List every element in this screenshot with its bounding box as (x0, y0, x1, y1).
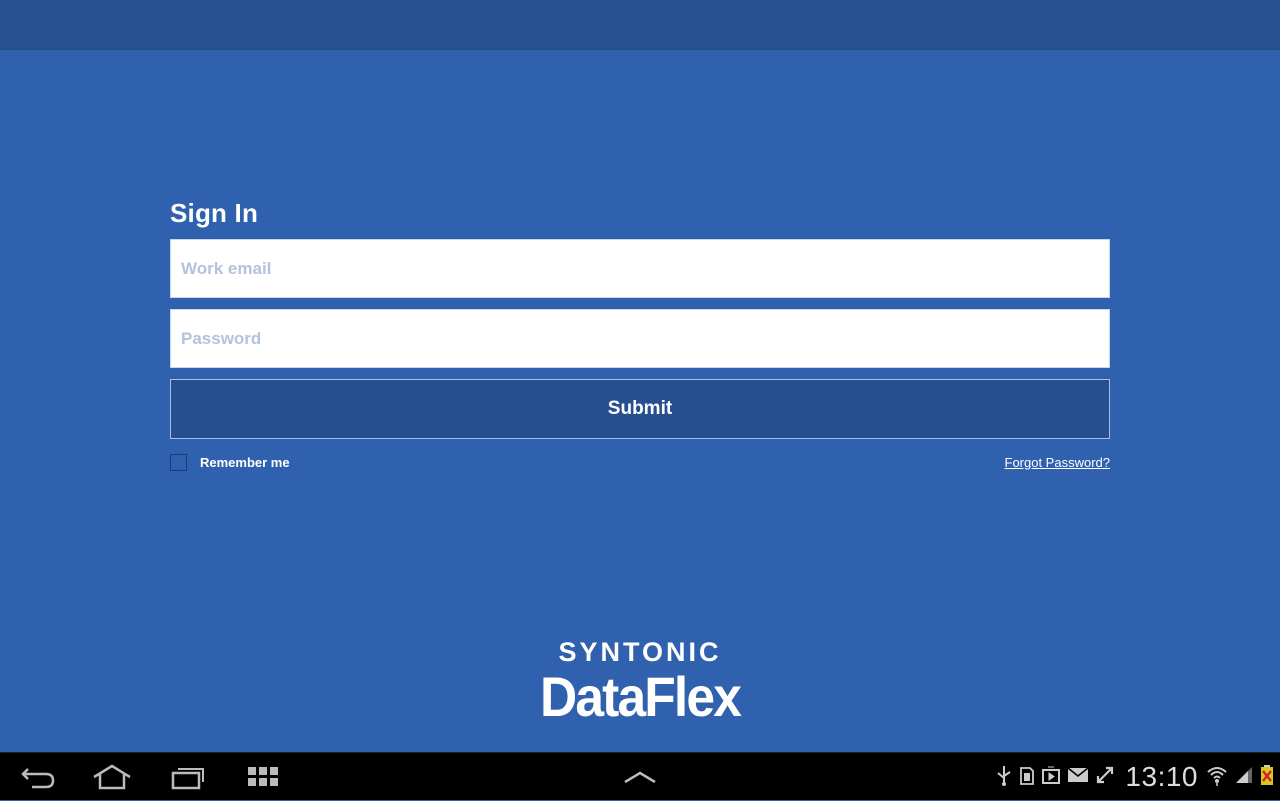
forgot-password-link[interactable]: Forgot Password? (1005, 454, 1111, 471)
remember-me-row: Remember me (170, 454, 290, 471)
sd-card-icon (1019, 764, 1041, 791)
back-icon[interactable] (18, 763, 58, 791)
wifi-icon (1206, 764, 1234, 791)
signin-title: Sign In (170, 198, 259, 228)
battery-icon (1260, 764, 1280, 791)
signin-form: Sign In Submit Remember me Forgot Passwo… (170, 196, 1110, 471)
logo-line1: SYNTONIC (558, 637, 722, 667)
recent-apps-icon[interactable] (168, 763, 208, 791)
app-screen: Sign In Submit Remember me Forgot Passwo… (0, 0, 1280, 752)
status-area: 13:10 (995, 753, 1280, 801)
submit-button[interactable]: Submit (170, 379, 1110, 439)
chevron-up-icon[interactable] (620, 763, 660, 791)
media-icon (1041, 764, 1067, 791)
usb-icon (995, 764, 1019, 791)
sync-icon (1095, 765, 1121, 790)
mail-icon (1067, 766, 1095, 789)
home-icon[interactable] (92, 763, 132, 791)
remember-me-label[interactable]: Remember me (200, 455, 290, 470)
email-field[interactable] (170, 239, 1110, 298)
logo-line2: DataFlex (539, 665, 742, 728)
action-bar (0, 0, 1280, 50)
system-nav-bar: 13:10 (0, 752, 1280, 800)
syntonic-dataflex-logo: SYNTONIC DataFlex (0, 636, 1280, 726)
signal-icon (1234, 765, 1260, 790)
clock: 13:10 (1125, 761, 1198, 792)
app-grid-icon[interactable] (243, 763, 283, 791)
remember-me-checkbox[interactable] (170, 454, 187, 471)
password-field[interactable] (170, 309, 1110, 368)
